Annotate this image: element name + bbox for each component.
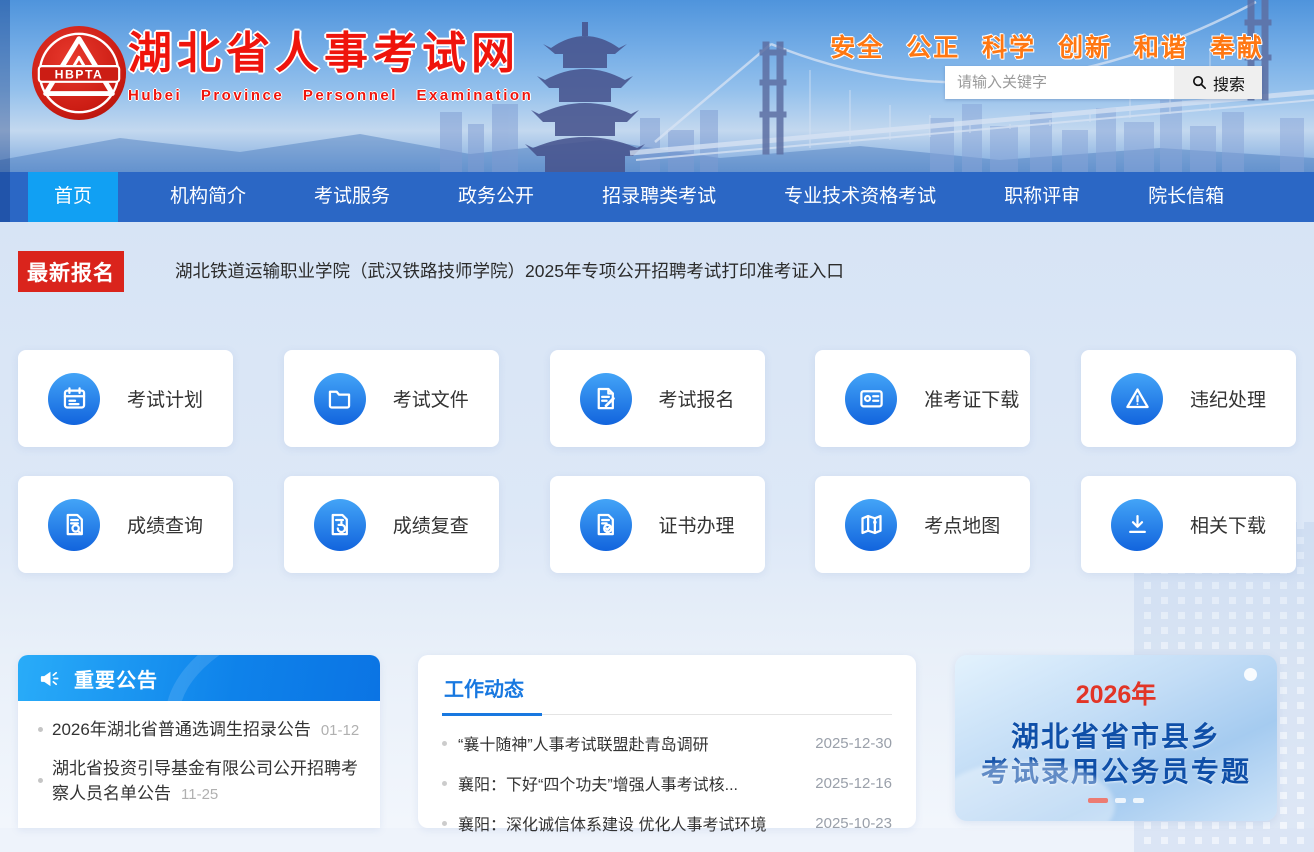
search-document-icon	[61, 511, 88, 538]
nav-item-title-review[interactable]: 职称评审	[988, 172, 1096, 222]
bullet-dot	[442, 781, 447, 786]
search-button[interactable]: 搜索	[1174, 66, 1262, 99]
download-icon	[1124, 511, 1151, 538]
site-subtitle: Hubei Province Personnel Examination	[128, 87, 533, 104]
news-list-item[interactable]: “襄十随神”人事考试联盟赴青岛调研 2025-12-30	[442, 731, 892, 755]
service-label: 考试文件	[393, 385, 469, 412]
search-button-label: 搜索	[1213, 71, 1245, 95]
service-label: 相关下载	[1190, 511, 1266, 538]
service-card-exam-plan[interactable]: 考试计划	[18, 350, 233, 447]
civil-service-exam-banner[interactable]: 2026年 湖北省省市县乡 考试录用公务员专题	[955, 655, 1277, 821]
service-card-violation-handling[interactable]: 违纪处理	[1081, 350, 1296, 447]
tower-silhouette	[525, 22, 645, 172]
calendar-icon	[61, 385, 88, 412]
hbpta-logo[interactable]: HBPTA	[30, 24, 128, 122]
news-date: 2025-10-23	[815, 815, 892, 832]
banner-title-line1: 湖北省省市县乡	[1011, 719, 1221, 754]
megaphone-icon	[38, 667, 61, 690]
work-news-header: 工作动态	[442, 655, 892, 715]
news-date: 2025-12-30	[815, 735, 892, 752]
service-label: 考试报名	[659, 385, 735, 412]
service-card-exam-documents[interactable]: 考试文件	[284, 350, 499, 447]
service-label: 成绩查询	[127, 511, 203, 538]
nav-item-exam-services[interactable]: 考试服务	[298, 172, 406, 222]
service-label: 准考证下载	[924, 385, 1019, 412]
work-news-title[interactable]: 工作动态	[442, 673, 542, 716]
banner-year: 2026年	[1076, 675, 1157, 711]
search-icon	[1191, 74, 1208, 91]
nav-item-gov-affairs[interactable]: 政务公开	[442, 172, 550, 222]
notice-list-item[interactable]: 湖北省投资引导基金有限公司公开招聘考察人员名单公告11-25	[34, 756, 364, 807]
carousel-dot[interactable]	[1088, 798, 1108, 803]
notice-date: 11-25	[181, 786, 218, 803]
folder-icon	[326, 385, 353, 412]
notice-list-item[interactable]: 2026年湖北省普通选调生招录公告01-12	[34, 717, 364, 743]
window-edge	[0, 0, 10, 222]
nav-item-about[interactable]: 机构简介	[154, 172, 262, 222]
service-card-admission-ticket[interactable]: 准考证下载	[815, 350, 1030, 447]
news-date: 2025-12-16	[815, 775, 892, 792]
important-notices-header: 重要公告	[18, 655, 380, 701]
notice-list: 2026年湖北省普通选调生招录公告01-12 湖北省投资引导基金有限公司公开招聘…	[18, 701, 380, 807]
bullet-dot	[442, 741, 447, 746]
service-label: 证书办理	[659, 511, 735, 538]
notice-date: 01-12	[321, 722, 359, 739]
carousel-indicators	[1088, 798, 1144, 803]
header-slogan: 安全 公正 科学 创新 和谐 奉献	[830, 28, 1264, 64]
news-list-item[interactable]: 襄阳：深化诚信体系建设 优化人事考试环境 2025-10-23	[442, 811, 892, 835]
news-list-item[interactable]: 襄阳：下好“四个功夫”增强人事考试核... 2025-12-16	[442, 771, 892, 795]
recheck-document-icon	[326, 511, 353, 538]
nav-item-home[interactable]: 首页	[28, 172, 118, 222]
nav-item-director-mailbox[interactable]: 院长信箱	[1132, 172, 1240, 222]
service-card-exam-registration[interactable]: 考试报名	[550, 350, 765, 447]
edit-document-icon	[592, 385, 619, 412]
site-header: HBPTA 湖北省人事考试网 Hubei Province Personnel …	[0, 0, 1314, 172]
site-title: 湖北省人事考试网	[128, 30, 533, 78]
carousel-dot[interactable]	[1133, 798, 1144, 803]
latest-registration-badge: 最新报名	[18, 251, 124, 292]
announcement-link[interactable]: 湖北铁道运输职业学院（武汉铁路技师学院）2025年专项公开招聘考试打印准考证入口	[175, 251, 844, 292]
map-icon	[858, 511, 885, 538]
service-label: 考试计划	[127, 385, 203, 412]
banner-title-line2: 考试录用公务员专题	[981, 754, 1251, 789]
work-news-panel: 工作动态 “襄十随神”人事考试联盟赴青岛调研 2025-12-30 襄阳：下好“…	[418, 655, 916, 828]
id-card-icon	[858, 385, 885, 412]
service-card-downloads[interactable]: 相关下载	[1081, 476, 1296, 573]
certificate-icon	[592, 511, 619, 538]
service-card-grid: 考试计划 考试文件 考试报名 准考证下载 违纪处理 成绩查询 成绩复查	[18, 350, 1296, 573]
service-card-score-recheck[interactable]: 成绩复查	[284, 476, 499, 573]
carousel-dot[interactable]	[1115, 798, 1126, 803]
logo-text: HBPTA	[55, 67, 104, 81]
service-label: 考点地图	[924, 511, 1000, 538]
warning-icon	[1124, 385, 1151, 412]
service-label: 成绩复查	[393, 511, 469, 538]
service-label: 违纪处理	[1190, 385, 1266, 412]
service-card-score-query[interactable]: 成绩查询	[18, 476, 233, 573]
nav-item-recruitment-exams[interactable]: 招录聘类考试	[586, 172, 732, 222]
nav-item-professional-exams[interactable]: 专业技术资格考试	[768, 172, 952, 222]
service-card-exam-site-map[interactable]: 考点地图	[815, 476, 1030, 573]
search-input[interactable]	[945, 66, 1174, 99]
main-nav: 首页 机构简介 考试服务 政务公开 招录聘类考试 专业技术资格考试 职称评审 院…	[0, 172, 1314, 222]
important-notices-title: 重要公告	[74, 664, 158, 693]
service-card-certificate-processing[interactable]: 证书办理	[550, 476, 765, 573]
important-notices-panel: 重要公告 2026年湖北省普通选调生招录公告01-12 湖北省投资引导基金有限公…	[18, 655, 380, 828]
bullet-dot	[442, 821, 447, 826]
search-bar: 搜索	[945, 66, 1262, 99]
